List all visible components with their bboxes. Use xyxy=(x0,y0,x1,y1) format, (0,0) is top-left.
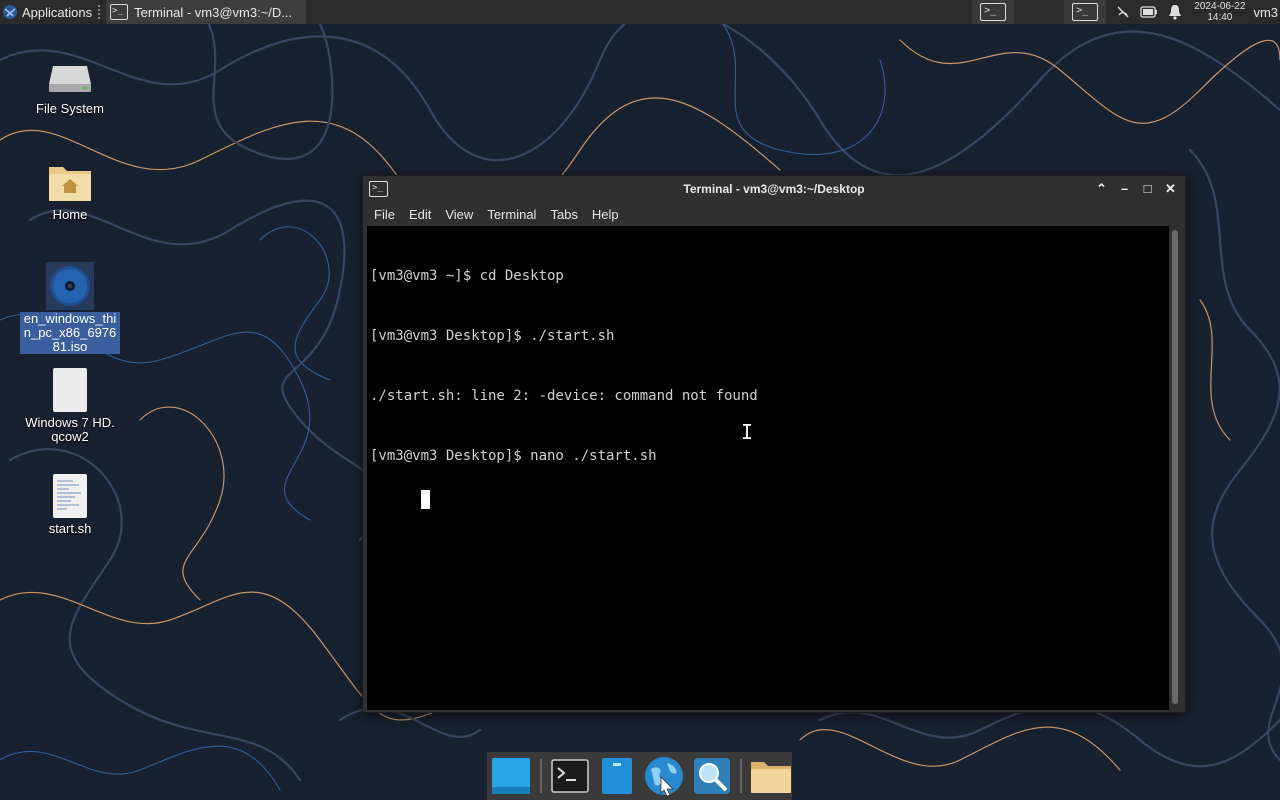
menu-help[interactable]: Help xyxy=(585,207,626,222)
terminal-cursor xyxy=(420,490,430,509)
applications-label: Applications xyxy=(22,4,93,20)
drive-icon xyxy=(46,52,94,100)
dock-terminal-button[interactable] xyxy=(550,755,591,797)
desktop-icon-label: start.sh xyxy=(48,521,92,536)
taskbar-terminal-title: Terminal - vm3@vm3:~/D... xyxy=(134,4,293,20)
menu-file[interactable]: File xyxy=(367,207,402,222)
terminal-icon: >_ xyxy=(1072,3,1099,21)
terminal-line: ./start.sh: line 2: -device: command not… xyxy=(370,388,758,404)
dock-file-manager-button[interactable] xyxy=(597,755,638,797)
terminal-icon: >_ xyxy=(980,3,1007,21)
desktop-icon-start-sh[interactable]: start.sh xyxy=(20,472,120,536)
taskbar-terminal-button[interactable]: >_ Terminal - vm3@vm3:~/D... xyxy=(106,0,307,24)
terminal-window[interactable]: >_ Terminal - vm3@vm3:~/Desktop ⌃ – □ ✕ … xyxy=(362,175,1186,713)
terminal-menubar: File Edit View Terminal Tabs Help xyxy=(363,202,1185,226)
terminal-titlebar[interactable]: >_ Terminal - vm3@vm3:~/Desktop ⌃ – □ ✕ xyxy=(363,176,1185,202)
desktop-icon-label: File System xyxy=(36,101,104,116)
notification-bell-icon[interactable] xyxy=(1162,0,1188,24)
desktop-icon-label: Windows 7 HD.qcow2 xyxy=(25,415,115,444)
dock-separator xyxy=(539,759,542,793)
terminal-scrollbar[interactable] xyxy=(1169,226,1181,710)
battery-icon[interactable] xyxy=(1136,0,1162,24)
disc-image-icon xyxy=(46,262,94,310)
workspace-1-button[interactable]: >_ xyxy=(972,0,1015,24)
menu-tabs[interactable]: Tabs xyxy=(543,207,584,222)
terminal-icon: >_ xyxy=(369,181,388,197)
home-folder-icon xyxy=(46,158,94,206)
minimize-icon[interactable]: – xyxy=(1116,180,1133,197)
dock-separator xyxy=(740,759,742,793)
desktop-icon-file-system[interactable]: File System xyxy=(20,52,120,116)
menu-view[interactable]: View xyxy=(438,207,480,222)
app-finder-icon xyxy=(693,758,730,794)
folder-icon xyxy=(751,762,791,793)
dock-folder-button[interactable] xyxy=(750,755,792,797)
xfce-logo-icon xyxy=(3,5,17,19)
text-cursor-icon: I xyxy=(741,420,754,444)
dock-web-browser-button[interactable] xyxy=(643,755,685,797)
web-browser-icon xyxy=(645,757,684,797)
applications-menu-button[interactable]: Applications xyxy=(0,0,96,24)
file-manager-icon xyxy=(601,758,632,794)
desktop-icon-qcow2[interactable]: Windows 7 HD.qcow2 xyxy=(20,366,120,444)
clock-time: 14:40 xyxy=(1207,12,1233,23)
script-file-icon xyxy=(46,472,94,520)
terminal-line: [vm3@vm3 ~]$ cd Desktop xyxy=(370,268,564,284)
clock[interactable]: 2024-06-22 14:40 xyxy=(1194,1,1245,23)
dock-app-finder-button[interactable] xyxy=(691,755,732,797)
panel-separator xyxy=(98,5,104,19)
show-desktop-icon xyxy=(492,758,531,794)
desktop-icon-iso[interactable]: en_windows_thin_pc_x86_697681.iso xyxy=(20,262,120,354)
maximize-icon[interactable]: □ xyxy=(1139,180,1156,197)
desktop-icon-home[interactable]: Home xyxy=(20,158,120,222)
workspace-2-button[interactable] xyxy=(1018,0,1053,24)
menu-edit[interactable]: Edit xyxy=(402,207,438,222)
desktop-icon-label: Home xyxy=(52,207,88,222)
terminal-window-title: Terminal - vm3@vm3:~/Desktop xyxy=(683,182,865,196)
terminal-icon: >_ xyxy=(110,4,129,20)
workspace-3-button[interactable]: >_ xyxy=(1064,0,1107,24)
menu-terminal[interactable]: Terminal xyxy=(480,207,543,222)
close-icon[interactable]: ✕ xyxy=(1162,180,1179,197)
terminal-line: [vm3@vm3 Desktop]$ nano ./start.sh xyxy=(370,448,657,464)
scrollbar-thumb[interactable] xyxy=(1172,230,1178,704)
file-icon xyxy=(46,366,94,414)
terminal-icon xyxy=(551,759,589,793)
top-panel: Applications >_ Terminal - vm3@vm3:~/D..… xyxy=(0,0,1280,24)
roll-up-icon[interactable]: ⌃ xyxy=(1093,180,1110,197)
desktop-icon-label: en_windows_thin_pc_x86_697681.iso xyxy=(20,312,120,354)
dock-panel xyxy=(487,752,792,800)
user-menu[interactable]: vm3 xyxy=(1253,5,1280,20)
network-disconnected-icon[interactable] xyxy=(1110,0,1136,24)
clock-date: 2024-06-22 xyxy=(1194,1,1246,12)
terminal-line: [vm3@vm3 Desktop]$ ./start.sh xyxy=(370,328,615,344)
terminal-output-area[interactable]: [vm3@vm3 ~]$ cd Desktop [vm3@vm3 Desktop… xyxy=(367,226,1171,710)
show-desktop-button[interactable] xyxy=(491,755,532,797)
